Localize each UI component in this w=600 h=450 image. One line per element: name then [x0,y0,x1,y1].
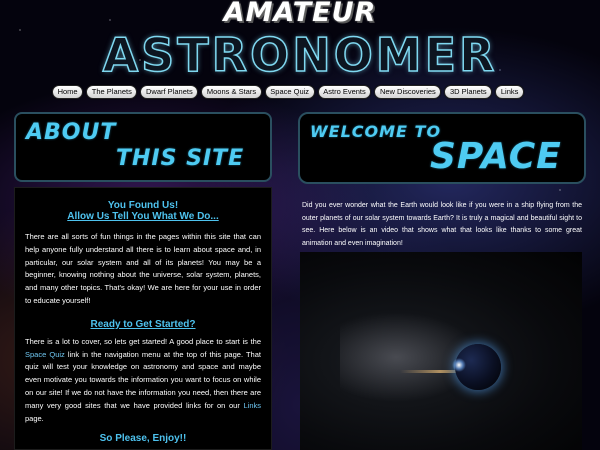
sun-glint-image [452,358,466,372]
about-heading-ready: Ready to Get Started? [90,318,196,330]
welcome-banner-line1: WELCOME TO [310,122,442,141]
about-heading-found: You Found Us! [107,200,179,211]
welcome-paragraph: Did you ever wonder what the Earth would… [302,202,582,248]
site-title-top: AMATEUR [223,0,377,28]
space-video-player[interactable] [300,252,582,450]
about-banner-line2: THIS SITE [116,146,245,171]
about-paragraph-1: There are all sorts of fun things in the… [25,232,261,305]
nav-3d-planets[interactable]: 3D Planets [444,85,493,99]
nav-moons-stars[interactable]: Moons & Stars [201,85,262,99]
welcome-banner: WELCOME TO SPACE [298,112,586,184]
about-banner: ABOUT THIS SITE [14,112,272,182]
about-paragraph-2-part-c: page. [25,413,44,423]
nav-links[interactable]: Links [495,85,524,99]
nav-astro-events[interactable]: Astro Events [317,85,372,99]
nav-space-quiz[interactable]: Space Quiz [264,85,315,99]
space-quiz-link[interactable]: Space Quiz [25,350,65,359]
about-heading-what-we-do: Allow Us Tell You What We Do... [67,211,219,222]
links-page-link[interactable]: Links [243,401,261,410]
welcome-banner-line2: SPACE [430,136,562,177]
nav-the-planets[interactable]: The Planets [86,85,138,99]
about-paragraph-2: There is a lot to cover, so lets get sta… [15,336,271,426]
nav-dwarf-planets[interactable]: Dwarf Planets [140,85,199,99]
about-heading-enjoy: So Please, Enjoy!! [99,433,187,445]
nav-home[interactable]: Home [52,85,84,99]
site-title-main: ASTRONOMER [102,28,498,82]
about-content: You Found Us! Allow Us Tell You What We … [14,187,272,450]
about-banner-line1: ABOUT [26,120,117,145]
main-navigation: Home The Planets Dwarf Planets Moons & S… [52,85,524,100]
about-paragraph-2-part-a: There is a lot to cover, so lets get sta… [25,336,261,346]
nav-new-discoveries[interactable]: New Discoveries [374,85,442,99]
